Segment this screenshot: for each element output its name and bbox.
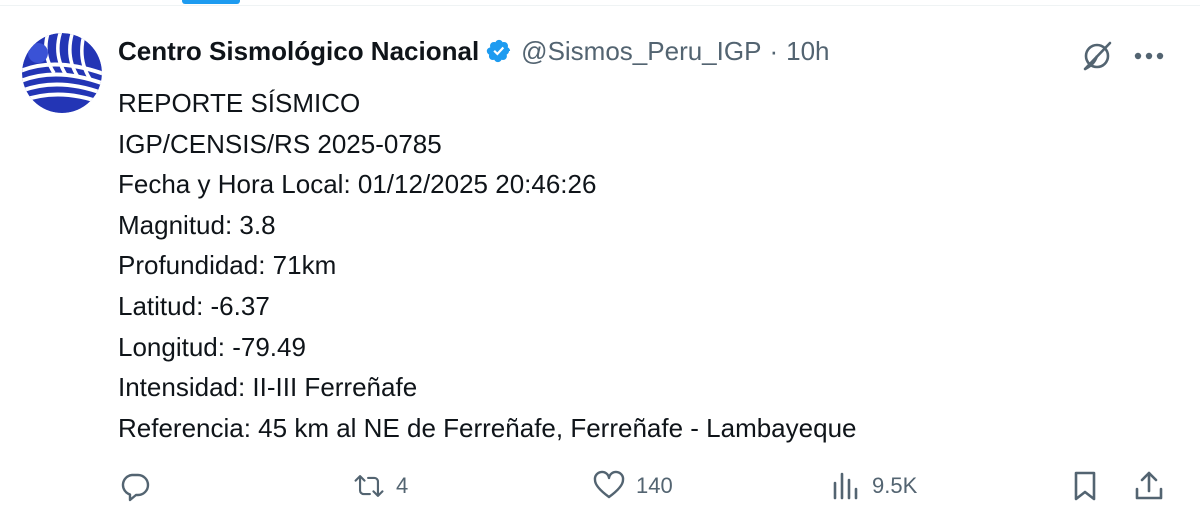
retweet-count: 4 [396, 473, 409, 498]
seismic-logo-icon [22, 33, 102, 113]
views-count: 9.5K [872, 473, 918, 498]
reply-icon [118, 469, 152, 503]
tweet-line: Referencia: 45 km al NE de Ferreñafe, Fe… [118, 412, 857, 443]
views-icon [828, 469, 862, 503]
share-button[interactable] [1132, 461, 1166, 511]
tweet-header: Centro Sismológico Nacional @Sismos_Peru… [118, 32, 1178, 70]
author-name[interactable]: Centro Sismológico Nacional [118, 32, 479, 70]
tweet-card[interactable]: Centro Sismológico Nacional @Sismos_Peru… [0, 6, 1200, 521]
bookmark-icon [1068, 469, 1102, 503]
bookmark-button[interactable] [1068, 461, 1102, 511]
tweet-text: REPORTE SÍSMICO IGP/CENSIS/RS 2025-0785 … [118, 83, 1178, 448]
tweet-line: Fecha y Hora Local: 01/12/2025 20:46:26 [118, 169, 597, 200]
like-count: 140 [636, 473, 673, 498]
separator-dot: · [769, 36, 779, 66]
tweet-line: IGP/CENSIS/RS 2025-0785 [118, 128, 442, 159]
tweet-line: Profundidad: 71km [118, 250, 337, 281]
tweet-line: Magnitud: 3.8 [118, 209, 276, 240]
heart-icon [592, 469, 626, 503]
tweet-line: REPORTE SÍSMICO [118, 88, 361, 118]
author-handle[interactable]: @Sismos_Peru_IGP [521, 32, 761, 70]
tweet-actions: 4 140 9.5K [118, 461, 1178, 511]
views-button[interactable]: 9.5K [828, 461, 917, 511]
avatar[interactable] [22, 33, 102, 113]
tweet-line: Latitud: -6.37 [118, 290, 270, 321]
tweet-content: Centro Sismológico Nacional @Sismos_Peru… [118, 32, 1178, 448]
more-icon[interactable] [1130, 37, 1168, 75]
retweet-button[interactable]: 4 [352, 461, 408, 511]
retweet-icon [352, 469, 386, 503]
active-tab-indicator [182, 0, 240, 4]
tweet-timestamp[interactable]: 10h [786, 32, 829, 70]
tweet-line: Intensidad: II-III Ferreñafe [118, 372, 418, 403]
like-button[interactable]: 140 [592, 461, 673, 511]
tweet-line: Longitud: -79.49 [118, 331, 306, 362]
verified-badge-icon[interactable] [486, 38, 512, 64]
reply-button[interactable] [118, 461, 162, 511]
share-icon [1132, 469, 1166, 503]
grok-icon[interactable] [1078, 37, 1116, 75]
